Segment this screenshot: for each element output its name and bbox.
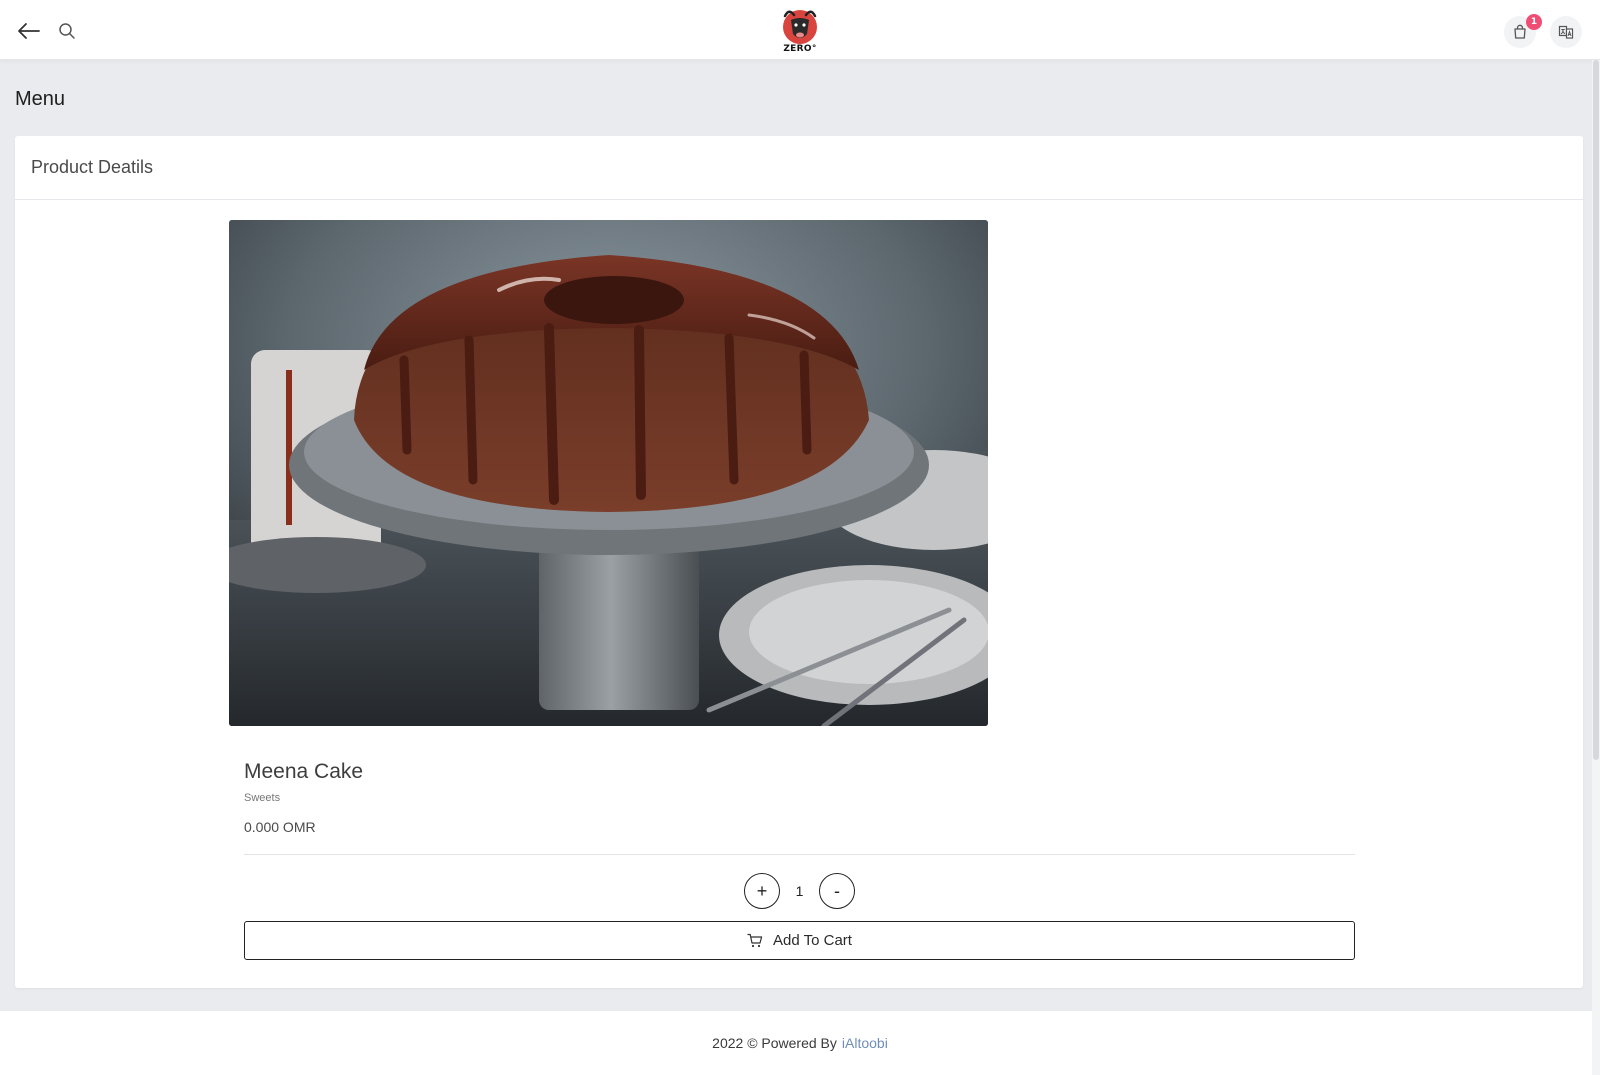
search-icon (59, 23, 75, 39)
add-to-cart-button[interactable]: Add To Cart (244, 921, 1355, 960)
language-toggle-button[interactable] (1550, 16, 1582, 48)
footer: 2022 © Powered By iAltoobi (0, 1011, 1600, 1075)
scrollbar-thumb[interactable] (1593, 60, 1599, 760)
cart-count-badge: 1 (1526, 14, 1542, 30)
product-name: Meena Cake (244, 760, 364, 783)
page-title: Menu (15, 88, 66, 110)
product-price: 0.000 OMR (244, 819, 316, 835)
shopping-bag-icon (1514, 24, 1526, 39)
translate-icon (1558, 25, 1574, 39)
cart-icon (747, 933, 763, 948)
card-header: Product Deatils (15, 136, 1583, 200)
quantity-increase-button[interactable]: + (744, 873, 780, 909)
logo-text: ZERO° (783, 44, 817, 54)
footer-link[interactable]: iAltoobi (842, 1035, 888, 1051)
add-to-cart-label: Add To Cart (773, 932, 852, 949)
footer-text: 2022 © Powered By (712, 1035, 837, 1051)
top-navbar: ZERO° 1 (0, 0, 1600, 60)
arrow-left-icon (18, 23, 40, 39)
divider (244, 854, 1355, 855)
product-image (229, 220, 988, 726)
brand-logo[interactable]: ZERO° (778, 6, 822, 58)
back-button[interactable] (16, 18, 42, 44)
product-category: Sweets (244, 792, 281, 804)
search-button[interactable] (56, 20, 78, 42)
product-details-card: Product Deatils Meena Cake Sweets 0.000 … (15, 136, 1583, 988)
card-title: Product Deatils (31, 157, 154, 177)
quantity-decrease-button[interactable]: - (819, 873, 855, 909)
bull-logo-icon (783, 10, 817, 44)
page-scrollbar[interactable] (1592, 60, 1600, 1075)
quantity-value: 1 (795, 883, 804, 899)
